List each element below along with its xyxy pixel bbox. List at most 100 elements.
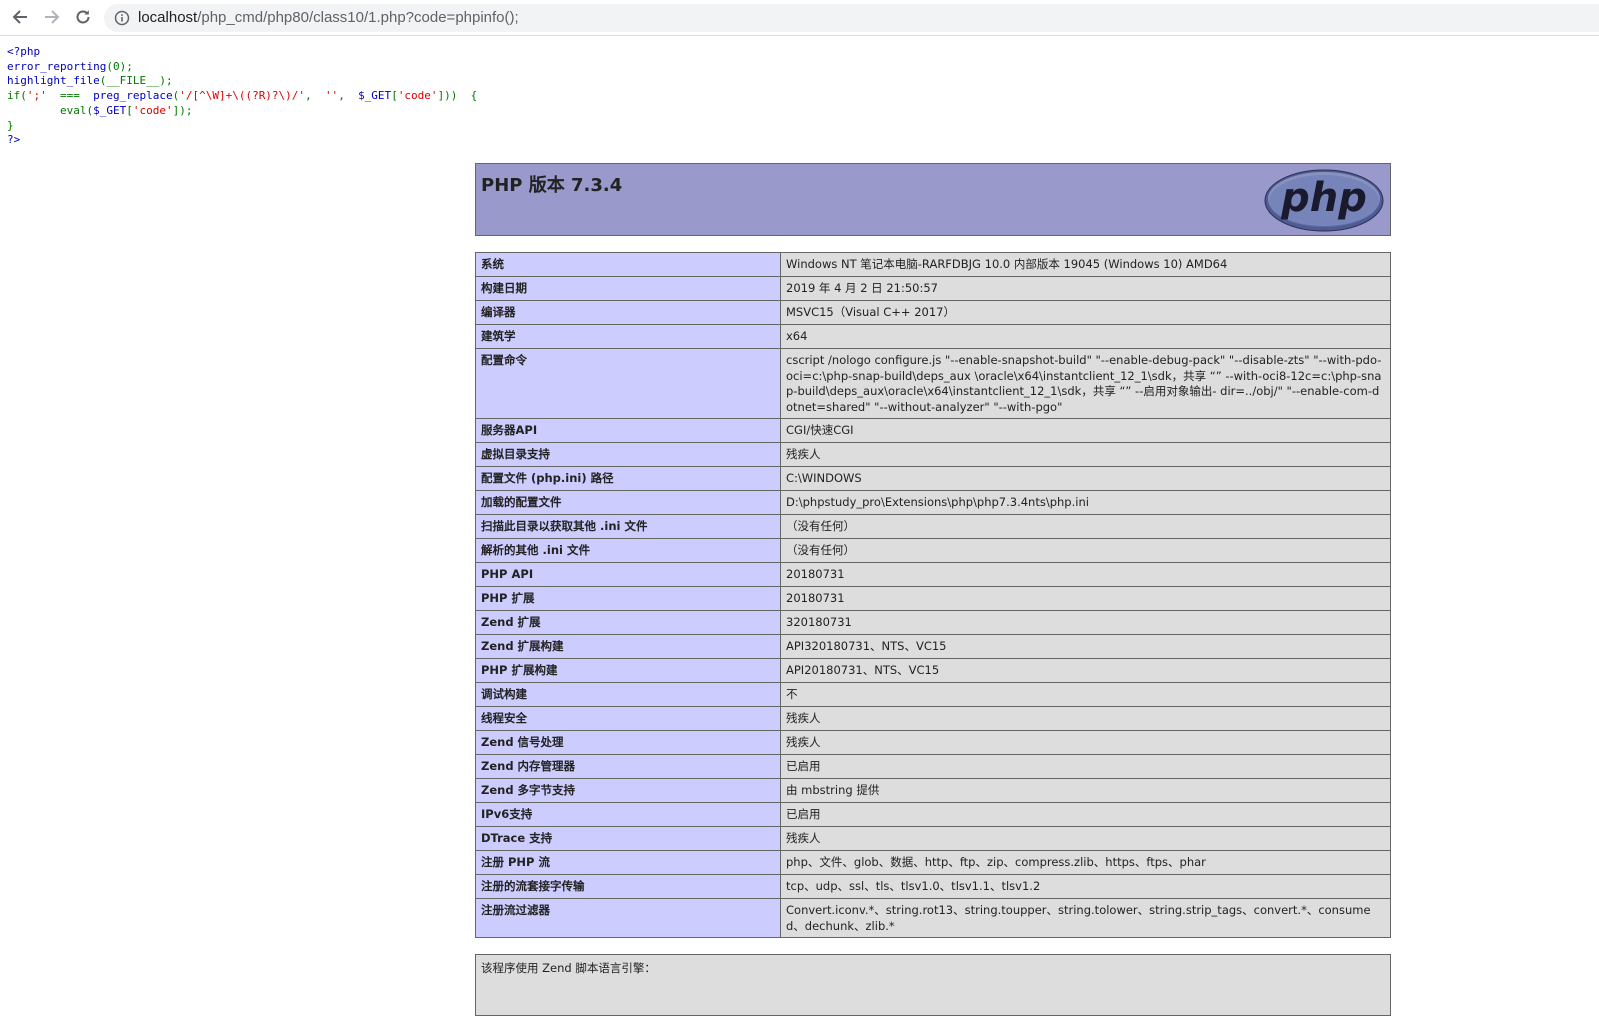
table-row: 建筑学 x64 (475, 324, 1391, 349)
php-version-title: PHP 版本 7.3.4 (481, 175, 623, 196)
php-logo: php (1264, 169, 1384, 232)
code-token: ';' (26, 89, 47, 103)
row-label: 配置文件 (php.ini) 路径 (475, 466, 781, 491)
row-value: Convert.iconv.*、string.rot13、string.toup… (780, 898, 1391, 938)
row-value: 由 mbstring 提供 (780, 778, 1391, 803)
row-label: 服务器API (475, 418, 781, 443)
row-label: 虚拟目录支持 (475, 442, 781, 467)
code-token: (__FILE__); (99, 74, 173, 88)
row-label: Zend 多字节支持 (475, 778, 781, 803)
row-label: 构建日期 (475, 276, 781, 301)
row-label: 注册的流套接字传输 (475, 874, 781, 899)
code-line: ?> (7, 133, 21, 147)
info-circle-icon[interactable] (114, 10, 130, 26)
table-row: PHP 扩展构建 API20180731、NTS、VC15 (475, 658, 1391, 683)
table-row: Zend 扩展 320180731 (475, 610, 1391, 635)
url-text[interactable]: localhost/php_cmd/php80/class10/1.php?co… (138, 9, 519, 26)
table-row: 服务器API CGI/快速CGI (475, 418, 1391, 443)
code-token: [ (126, 103, 133, 117)
table-row: 虚拟目录支持 残疾人 (475, 442, 1391, 467)
phpinfo-rows: 系统 Windows NT 笔记本电脑-RARFDBJG 10.0 内部版本 19… (475, 252, 1391, 938)
row-label: 调试构建 (475, 682, 781, 707)
url-host: localhost (138, 9, 198, 26)
row-label: PHP API (475, 562, 781, 587)
row-value: 320180731 (780, 610, 1391, 635)
php-logo-text: php (1280, 175, 1367, 221)
table-row: Zend 内存管理器 已启用 (475, 754, 1391, 779)
row-value: 20180731 (780, 562, 1391, 587)
code-token: eval( (59, 103, 94, 117)
row-label: 编译器 (475, 300, 781, 325)
row-value: 残疾人 (780, 730, 1391, 755)
row-value: API20180731、NTS、VC15 (780, 658, 1391, 683)
code-token: , (305, 89, 325, 103)
row-value: API320180731、NTS、VC15 (780, 634, 1391, 659)
row-value: MSVC15（Visual C++ 2017） (780, 300, 1391, 325)
table-row: 解析的其他 .ini 文件 （没有任何） (475, 538, 1391, 563)
row-label: Zend 信号处理 (475, 730, 781, 755)
table-row: 调试构建不 (475, 682, 1391, 707)
row-label: 解析的其他 .ini 文件 (475, 538, 781, 563)
table-row: 编译器 MSVC15（Visual C++ 2017） (475, 300, 1391, 325)
row-value: 20180731 (780, 586, 1391, 611)
phpinfo-container: PHP 版本 7.3.4 php 系统 Windows NT 笔记本电脑-RARF… (475, 163, 1391, 1016)
row-value: php、文件、glob、数据、http、ftp、zip、compress.zli… (780, 850, 1391, 875)
zend-engine-box: 该程序使用 Zend 脚本语言引擎： (475, 954, 1391, 1016)
code-token: 'code' (397, 89, 438, 103)
code-token: '' (324, 89, 339, 103)
code-token: 'code' (132, 103, 173, 117)
browser-toolbar: localhost/php_cmd/php80/class10/1.php?co… (0, 0, 1599, 36)
row-label: Zend 扩展构建 (475, 634, 781, 659)
row-value: C:\WINDOWS (780, 466, 1391, 491)
row-label: 注册 PHP 流 (475, 850, 781, 875)
row-value: Windows NT 笔记本电脑-RARFDBJG 10.0 内部版本 1904… (780, 252, 1391, 277)
code-token: (0); (106, 59, 133, 73)
row-value: 已启用 (780, 754, 1391, 779)
row-label: 加载的配置文件 (475, 490, 781, 515)
row-value: 已启用 (780, 802, 1391, 827)
code-line: <?php (7, 45, 41, 58)
zend-engine-text: 该程序使用 Zend 脚本语言引擎： (481, 961, 656, 975)
code-token: if( (7, 89, 27, 103)
table-row: 扫描此目录以获取其他 .ini 文件 （没有任何） (475, 514, 1391, 539)
reload-button[interactable] (70, 4, 96, 30)
row-value: x64 (780, 324, 1391, 349)
table-row: Zend 信号处理 残疾人 (475, 730, 1391, 755)
code-token: ])) { (437, 89, 478, 103)
table-row: 加载的配置文件 D:\phpstudy_pro\Extensions\php\ph… (475, 490, 1391, 515)
table-row: 配置文件 (php.ini) 路径 C:\WINDOWS (475, 466, 1391, 491)
table-row: PHP API 20180731 (475, 562, 1391, 587)
code-token: preg_replace (93, 89, 173, 103)
arrow-right-icon (45, 10, 60, 24)
row-label: PHP 扩展构建 (475, 658, 781, 683)
code-token: , (338, 89, 359, 103)
row-value: cscript /nologo configure.js "--enable-s… (780, 348, 1391, 419)
table-row: DTrace 支持 残疾人 (475, 826, 1391, 851)
row-value: D:\phpstudy_pro\Extensions\php\php7.3.4n… (780, 490, 1391, 515)
row-label: 扫描此目录以获取其他 .ini 文件 (475, 514, 781, 539)
code-token: highlight_file (7, 74, 100, 88)
table-row: 配置命令 cscript /nologo configure.js "--enab… (475, 348, 1391, 419)
forward-button[interactable] (39, 4, 65, 30)
table-row: Zend 扩展构建 API320180731、NTS、VC15 (475, 634, 1391, 659)
row-label: 注册流过滤器 (475, 898, 781, 938)
reload-icon (76, 10, 90, 24)
highlighted-source-code: <?php error_reporting(0); highlight_file… (7, 45, 477, 148)
phpinfo-header: PHP 版本 7.3.4 php (475, 163, 1391, 236)
row-value: tcp、udp、ssl、tls、tlsv1.0、tlsv1.1、tlsv1.2 (780, 874, 1391, 899)
row-label: DTrace 支持 (475, 826, 781, 851)
row-value: （没有任何） (780, 514, 1391, 539)
row-label: 配置命令 (475, 348, 781, 419)
code-token: '/[^\W]+\((?R)?\)/' (179, 89, 306, 103)
address-bar[interactable]: localhost/php_cmd/php80/class10/1.php?co… (104, 4, 1599, 32)
table-row: PHP 扩展 20180731 (475, 586, 1391, 611)
table-row: IPv6支持 已启用 (475, 802, 1391, 827)
row-label: 系统 (475, 252, 781, 277)
back-button[interactable] (7, 4, 33, 30)
code-token: $_GET (358, 89, 392, 103)
arrow-left-icon (12, 10, 27, 24)
row-value: CGI/快速CGI (780, 418, 1391, 443)
table-row: Zend 多字节支持由 mbstring 提供 (475, 778, 1391, 803)
row-label: IPv6支持 (475, 802, 781, 827)
table-row: 线程安全 残疾人 (475, 706, 1391, 731)
